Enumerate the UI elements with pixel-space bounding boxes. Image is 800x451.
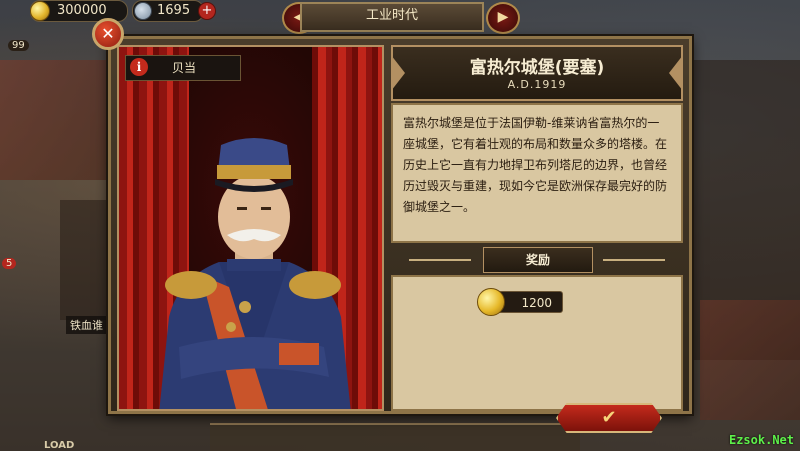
bottom-toolbar (210, 423, 580, 451)
medal-icon (134, 2, 152, 20)
gold-amount: 300000 (57, 3, 107, 18)
character-portrait: i 贝当 (117, 45, 384, 411)
load-label[interactable]: LOAD (44, 440, 74, 451)
portrait-name: 贝当 (172, 61, 197, 75)
reward-box: 1200 (391, 275, 683, 411)
wonder-year: A.D.1919 (507, 78, 567, 91)
next-era-button[interactable]: ▶ (486, 2, 520, 34)
wonder-description: 富热尔城堡是位于法国伊勒-维莱讷省富热尔的一座城堡，它有着壮观的布局和数量众多的… (391, 103, 683, 243)
gold-coin-icon (477, 288, 505, 316)
divider-left (409, 259, 471, 261)
wonder-info-dialog: i 贝当 富热尔城堡(要塞) A.D.1919 富热尔城堡是位于法国伊勒-维莱讷… (108, 36, 692, 414)
background-building (60, 200, 110, 320)
background-building (700, 300, 800, 420)
era-title-bar: 工业时代 (300, 2, 484, 32)
divider-right (603, 259, 665, 261)
gold-coin-icon (30, 1, 50, 21)
era-title: 工业时代 (365, 8, 418, 23)
general-figure (159, 138, 351, 409)
level-badge: 99 (8, 40, 29, 51)
title-plate: 富热尔城堡(要塞) A.D.1919 (391, 45, 683, 101)
background-building (0, 60, 110, 180)
portrait-name-bar: i 贝当 (125, 55, 241, 81)
watermark: Ezsok.Net (728, 433, 794, 447)
reward-header: 奖励 (391, 247, 683, 273)
add-currency-button[interactable]: + (198, 2, 216, 20)
side-count-badge: 5 (2, 258, 17, 269)
close-button[interactable]: ✕ (92, 18, 124, 50)
side-label[interactable]: 铁血谁 (66, 316, 107, 334)
confirm-button[interactable]: ✔ (556, 403, 662, 433)
wonder-title: 富热尔城堡(要塞) (469, 58, 605, 78)
info-icon[interactable]: i (130, 58, 148, 76)
wonder-details-panel: 富热尔城堡(要塞) A.D.1919 富热尔城堡是位于法国伊勒-维莱讷省富热尔的… (391, 45, 683, 411)
reward-title: 奖励 (483, 247, 593, 273)
medal-amount: 1695 (157, 3, 191, 18)
